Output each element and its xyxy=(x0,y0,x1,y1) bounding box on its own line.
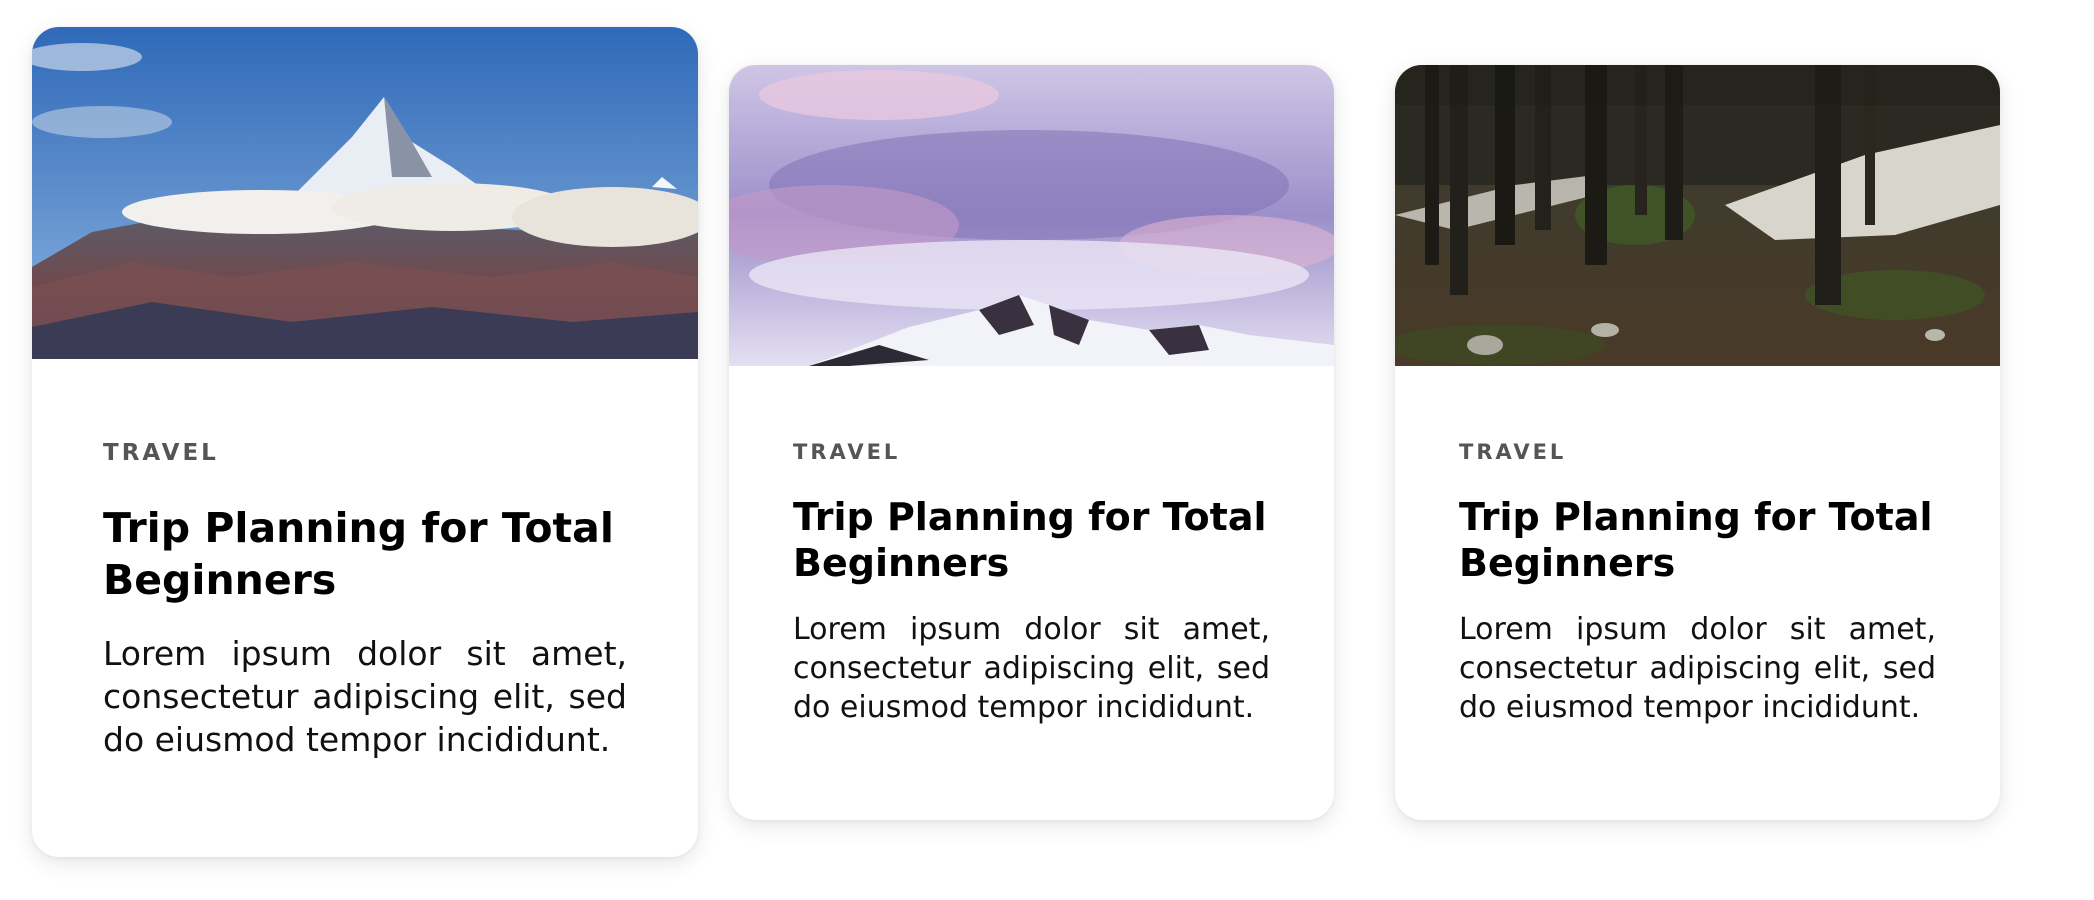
card-body: TRAVEL Trip Planning for Total Beginners… xyxy=(1459,440,1936,727)
card-description: Lorem ipsum dolor sit amet, consectetur … xyxy=(793,612,1270,725)
card-body: TRAVEL Trip Planning for Total Beginners… xyxy=(793,440,1270,727)
card-description: Lorem ipsum dolor sit amet, consectetur … xyxy=(103,634,627,759)
card-image-forest xyxy=(1395,65,2000,366)
card-gallery: TRAVEL Trip Planning for Total Beginners… xyxy=(0,0,2094,900)
card-image-purple-clouds xyxy=(729,65,1334,366)
card-category: TRAVEL xyxy=(1459,440,1567,464)
article-card-2[interactable]: TRAVEL Trip Planning for Total Beginners… xyxy=(729,65,1334,820)
card-title[interactable]: Trip Planning for Total Beginners xyxy=(1459,494,1936,586)
article-card-1[interactable]: TRAVEL Trip Planning for Total Beginners… xyxy=(32,27,698,857)
card-title[interactable]: Trip Planning for Total Beginners xyxy=(103,502,627,606)
card-description: Lorem ipsum dolor sit amet, consectetur … xyxy=(1459,612,1936,725)
card-title[interactable]: Trip Planning for Total Beginners xyxy=(793,494,1270,586)
card-category: TRAVEL xyxy=(103,440,219,466)
article-card-3[interactable]: TRAVEL Trip Planning for Total Beginners… xyxy=(1395,65,2000,820)
card-category: TRAVEL xyxy=(793,440,901,464)
card-image-mountain xyxy=(32,27,698,359)
card-body: TRAVEL Trip Planning for Total Beginners… xyxy=(103,440,627,761)
